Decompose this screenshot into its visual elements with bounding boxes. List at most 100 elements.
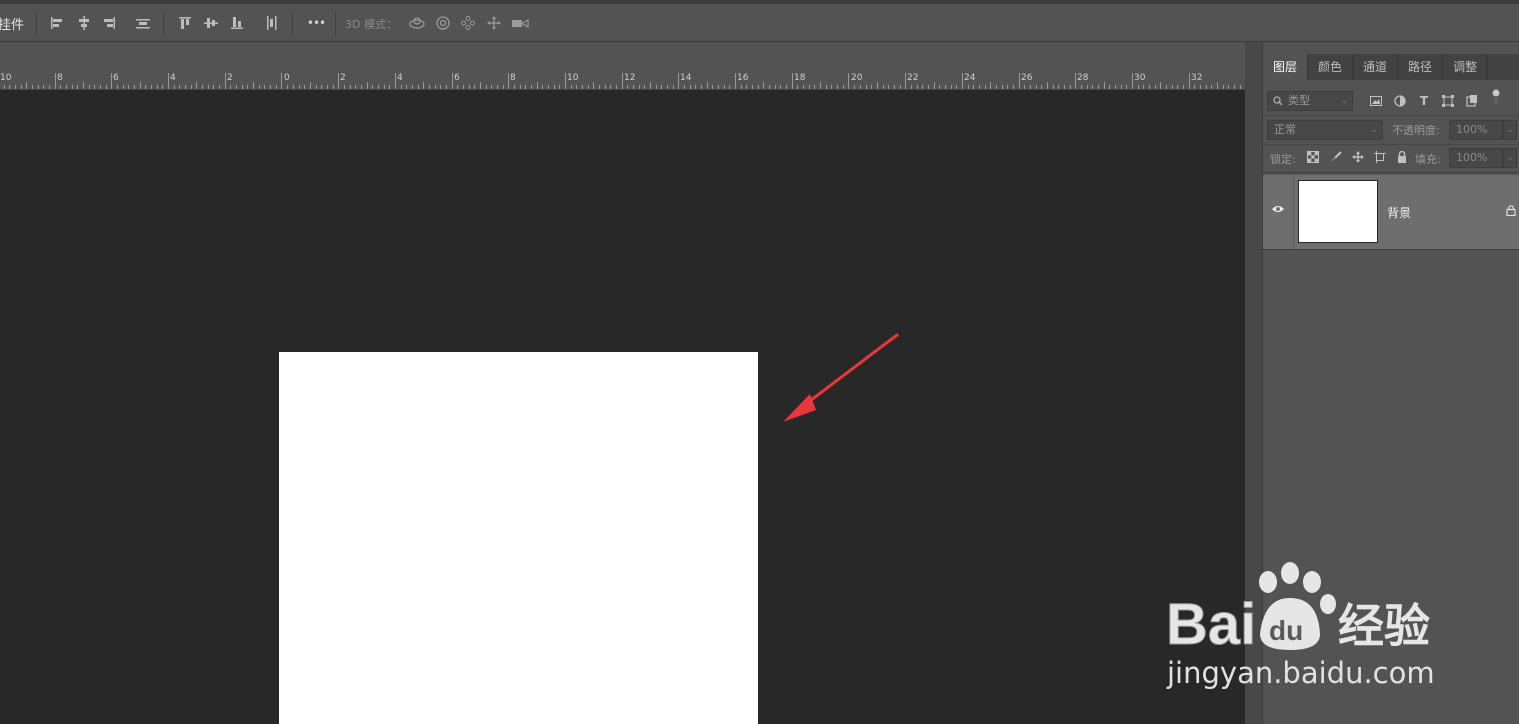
eye-visibility-icon[interactable] xyxy=(1271,204,1285,214)
ruler-tick xyxy=(593,82,594,89)
ruler-tick xyxy=(83,82,84,89)
ruler-tick xyxy=(15,85,16,89)
ruler-tick xyxy=(769,85,770,89)
layer-lock-icon xyxy=(1506,205,1516,216)
baidu-logo: Bai du 经验 xyxy=(1166,562,1430,656)
layer-name[interactable]: 背景 xyxy=(1387,204,1411,221)
3d-pan-icon[interactable] xyxy=(459,14,477,32)
ruler-tick xyxy=(712,85,713,89)
ruler-label: 10 xyxy=(567,73,579,83)
layer-row-background[interactable]: 背景 xyxy=(1263,175,1519,250)
3d-slide-icon[interactable] xyxy=(485,14,503,32)
tab-paths[interactable]: 路径 xyxy=(1398,54,1444,80)
ruler-label: 16 xyxy=(737,73,749,83)
ruler-tick xyxy=(1194,85,1195,89)
ruler-tick xyxy=(253,82,254,89)
ruler-tick xyxy=(888,85,889,89)
ruler-tick xyxy=(406,85,407,89)
ruler-tick xyxy=(361,85,362,89)
smart-object-filter-icon[interactable] xyxy=(1465,94,1479,108)
align-right-edges-icon[interactable] xyxy=(100,14,118,32)
ruler-tick xyxy=(32,85,33,89)
document-canvas[interactable] xyxy=(279,352,758,724)
svg-text:du: du xyxy=(1269,615,1303,646)
ruler-tick xyxy=(797,85,798,89)
svg-text:经验: 经验 xyxy=(1338,599,1430,653)
align-vertical-centers-icon[interactable] xyxy=(202,14,220,32)
baidu-jingyan-watermark: Bai du 经验 jingyan.baidu.com xyxy=(1160,560,1450,690)
ruler-tick xyxy=(276,85,277,89)
filter-toggle-icon[interactable] xyxy=(1489,89,1503,104)
lock-image-pixels-icon[interactable] xyxy=(1329,150,1343,164)
tab-adjustments[interactable]: 调整 xyxy=(1443,54,1489,80)
layer-filter-select[interactable]: 类型 ⌄ xyxy=(1267,91,1353,111)
ruler-tick xyxy=(168,73,169,89)
more-options-icon[interactable]: ••• xyxy=(305,14,327,32)
align-horizontal-centers-icon[interactable] xyxy=(75,14,93,32)
opacity-input[interactable]: 100% xyxy=(1449,120,1503,140)
distribute-vertical-icon[interactable] xyxy=(262,14,280,32)
ruler-tick xyxy=(435,85,436,89)
align-top-edges-icon[interactable] xyxy=(176,14,194,32)
opacity-label: 不透明度: xyxy=(1392,124,1440,137)
shape-filter-icon[interactable] xyxy=(1441,94,1455,108)
type-filter-icon[interactable]: T xyxy=(1417,94,1431,108)
ruler-label: 20 xyxy=(851,73,863,83)
ruler-tick xyxy=(281,73,282,89)
fill-input[interactable]: 100% xyxy=(1449,148,1503,168)
ruler-label: 14 xyxy=(680,73,692,83)
ruler-tick xyxy=(213,85,214,89)
opacity-dropdown[interactable]: ⌄ xyxy=(1503,120,1517,140)
layer-thumbnail[interactable] xyxy=(1298,180,1378,243)
ruler-tick xyxy=(497,85,498,89)
ruler-tick xyxy=(1007,85,1008,89)
ruler-tick xyxy=(866,85,867,89)
ruler-tick xyxy=(542,85,543,89)
adjustment-filter-icon[interactable] xyxy=(1393,94,1407,108)
3d-camera-icon[interactable] xyxy=(511,14,529,32)
fill-dropdown[interactable]: ⌄ xyxy=(1503,148,1517,168)
tab-layers[interactable]: 图层 xyxy=(1263,54,1309,80)
ruler-tick xyxy=(599,85,600,89)
ruler-tick xyxy=(990,82,991,89)
ruler-tick xyxy=(26,82,27,89)
ruler-tick xyxy=(486,85,487,89)
panel-divider xyxy=(1263,115,1519,116)
ruler-tick xyxy=(917,85,918,89)
tab-color[interactable]: 颜色 xyxy=(1308,54,1354,80)
distribute-horizontal-icon[interactable] xyxy=(134,14,152,32)
ruler-tick xyxy=(911,85,912,89)
ruler-tick xyxy=(9,85,10,89)
ruler-tick xyxy=(837,85,838,89)
filter-label: 类型 xyxy=(1288,94,1310,107)
ruler-tick xyxy=(985,85,986,89)
ruler-tick xyxy=(401,85,402,89)
ruler-tick xyxy=(809,85,810,89)
align-left-edges-icon[interactable] xyxy=(48,14,66,32)
blend-mode-select[interactable]: 正常 ⌄ xyxy=(1267,120,1383,140)
pixel-filter-icon[interactable] xyxy=(1369,94,1383,108)
3d-roll-icon[interactable] xyxy=(434,14,452,32)
ruler-label: 10 xyxy=(0,73,12,83)
ruler-tick xyxy=(106,85,107,89)
lock-position-icon[interactable] xyxy=(1351,150,1365,164)
lock-all-icon[interactable] xyxy=(1395,150,1409,164)
lock-artboard-icon[interactable] xyxy=(1373,150,1387,164)
ruler-tick xyxy=(656,85,657,89)
svg-text:Bai: Bai xyxy=(1166,592,1256,656)
lock-transparent-pixels-icon[interactable] xyxy=(1306,150,1320,164)
ruler-label: 2 xyxy=(227,73,233,83)
canvas-area[interactable] xyxy=(0,90,1245,724)
ruler-tick xyxy=(746,85,747,89)
ruler-label: 26 xyxy=(1021,73,1033,83)
ruler-tick xyxy=(1036,85,1037,89)
align-bottom-edges-icon[interactable] xyxy=(228,14,246,32)
ruler-tick xyxy=(514,85,515,89)
ruler-tick xyxy=(951,85,952,89)
horizontal-ruler[interactable]: 10 8 6 4 2 0 2 4 6 8 10 12 14 16 18 20 22 24 26 28 30 32 xyxy=(0,72,1245,90)
ruler-tick xyxy=(469,85,470,89)
watermark-url: jingyan.baidu.com xyxy=(1167,656,1435,690)
3d-orbit-icon[interactable] xyxy=(408,14,426,32)
ruler-tick xyxy=(66,85,67,89)
tab-channels[interactable]: 通道 xyxy=(1353,54,1399,80)
